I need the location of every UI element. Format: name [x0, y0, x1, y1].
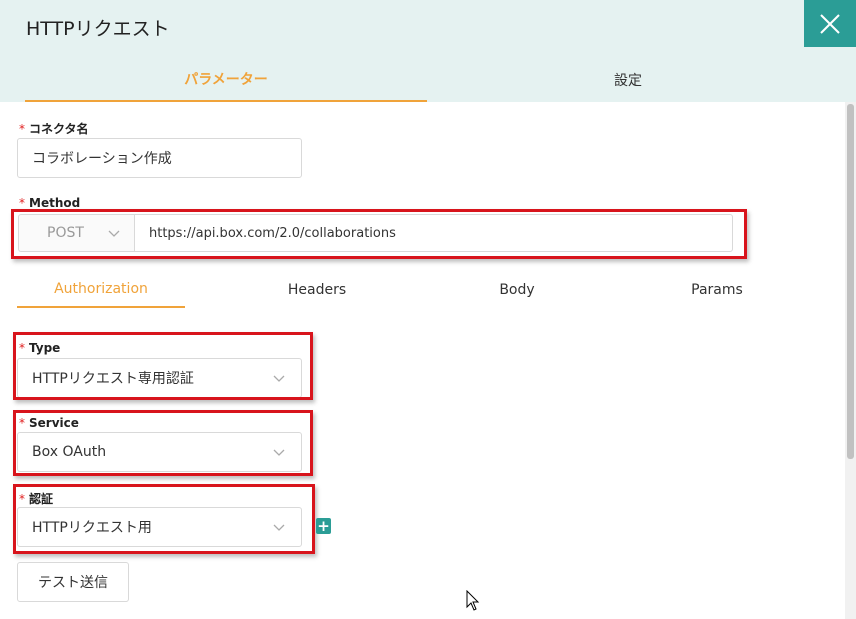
connector-name-label-text: コネクタ名 [29, 122, 89, 136]
tab-authorization[interactable]: Authorization [17, 272, 185, 308]
tab-parameters[interactable]: パラメーター [25, 58, 427, 102]
add-auth-button[interactable]: + [316, 518, 331, 534]
service-label: * Service [19, 416, 79, 430]
tab-params[interactable]: Params [633, 272, 801, 308]
type-select[interactable]: HTTPリクエスト専用認証 [17, 358, 302, 398]
service-label-text: Service [29, 416, 79, 430]
close-icon [820, 13, 840, 34]
auth-value: HTTPリクエスト用 [32, 520, 152, 536]
service-select[interactable]: Box OAuth [17, 432, 302, 472]
chevron-down-icon [108, 230, 120, 237]
connector-name-label: * コネクタ名 [19, 120, 89, 137]
connector-name-value: コラボレーション作成 [32, 151, 172, 167]
dialog-title: HTTPリクエスト [26, 18, 170, 40]
tab-settings[interactable]: 設定 [427, 58, 829, 102]
chevron-down-icon [273, 449, 285, 456]
type-label: * Type [19, 341, 60, 355]
auth-select[interactable]: HTTPリクエスト用 [17, 507, 302, 547]
connector-name-input[interactable]: コラボレーション作成 [17, 138, 302, 178]
required-mark: * [19, 416, 25, 430]
required-mark: * [19, 341, 25, 355]
chevron-down-icon [273, 524, 285, 531]
url-input[interactable]: https://api.box.com/2.0/collaborations [134, 214, 733, 252]
close-button[interactable] [804, 0, 856, 47]
service-value: Box OAuth [32, 444, 107, 460]
scrollbar[interactable] [845, 102, 856, 619]
required-mark: * [19, 196, 25, 210]
chevron-down-icon [273, 375, 285, 382]
required-mark: * [19, 122, 25, 136]
tab-headers[interactable]: Headers [233, 272, 401, 308]
method-selected-value: POST [47, 225, 84, 241]
tab-body[interactable]: Body [433, 272, 601, 308]
auth-label: * 認証 [19, 490, 53, 507]
auth-label-text: 認証 [29, 492, 54, 506]
scrollbar-thumb[interactable] [847, 104, 854, 459]
mouse-cursor-icon [466, 590, 480, 611]
test-send-button[interactable]: テスト送信 [17, 562, 129, 602]
required-mark: * [19, 492, 25, 506]
type-label-text: Type [29, 341, 61, 355]
url-value: https://api.box.com/2.0/collaborations [149, 225, 396, 241]
type-value: HTTPリクエスト専用認証 [32, 371, 194, 387]
method-select[interactable]: POST [18, 214, 134, 252]
method-label: * Method [19, 196, 80, 210]
plus-icon: + [317, 516, 330, 535]
dialog-header: HTTPリクエスト パラメーター 設定 [0, 0, 856, 102]
method-label-text: Method [29, 196, 81, 210]
